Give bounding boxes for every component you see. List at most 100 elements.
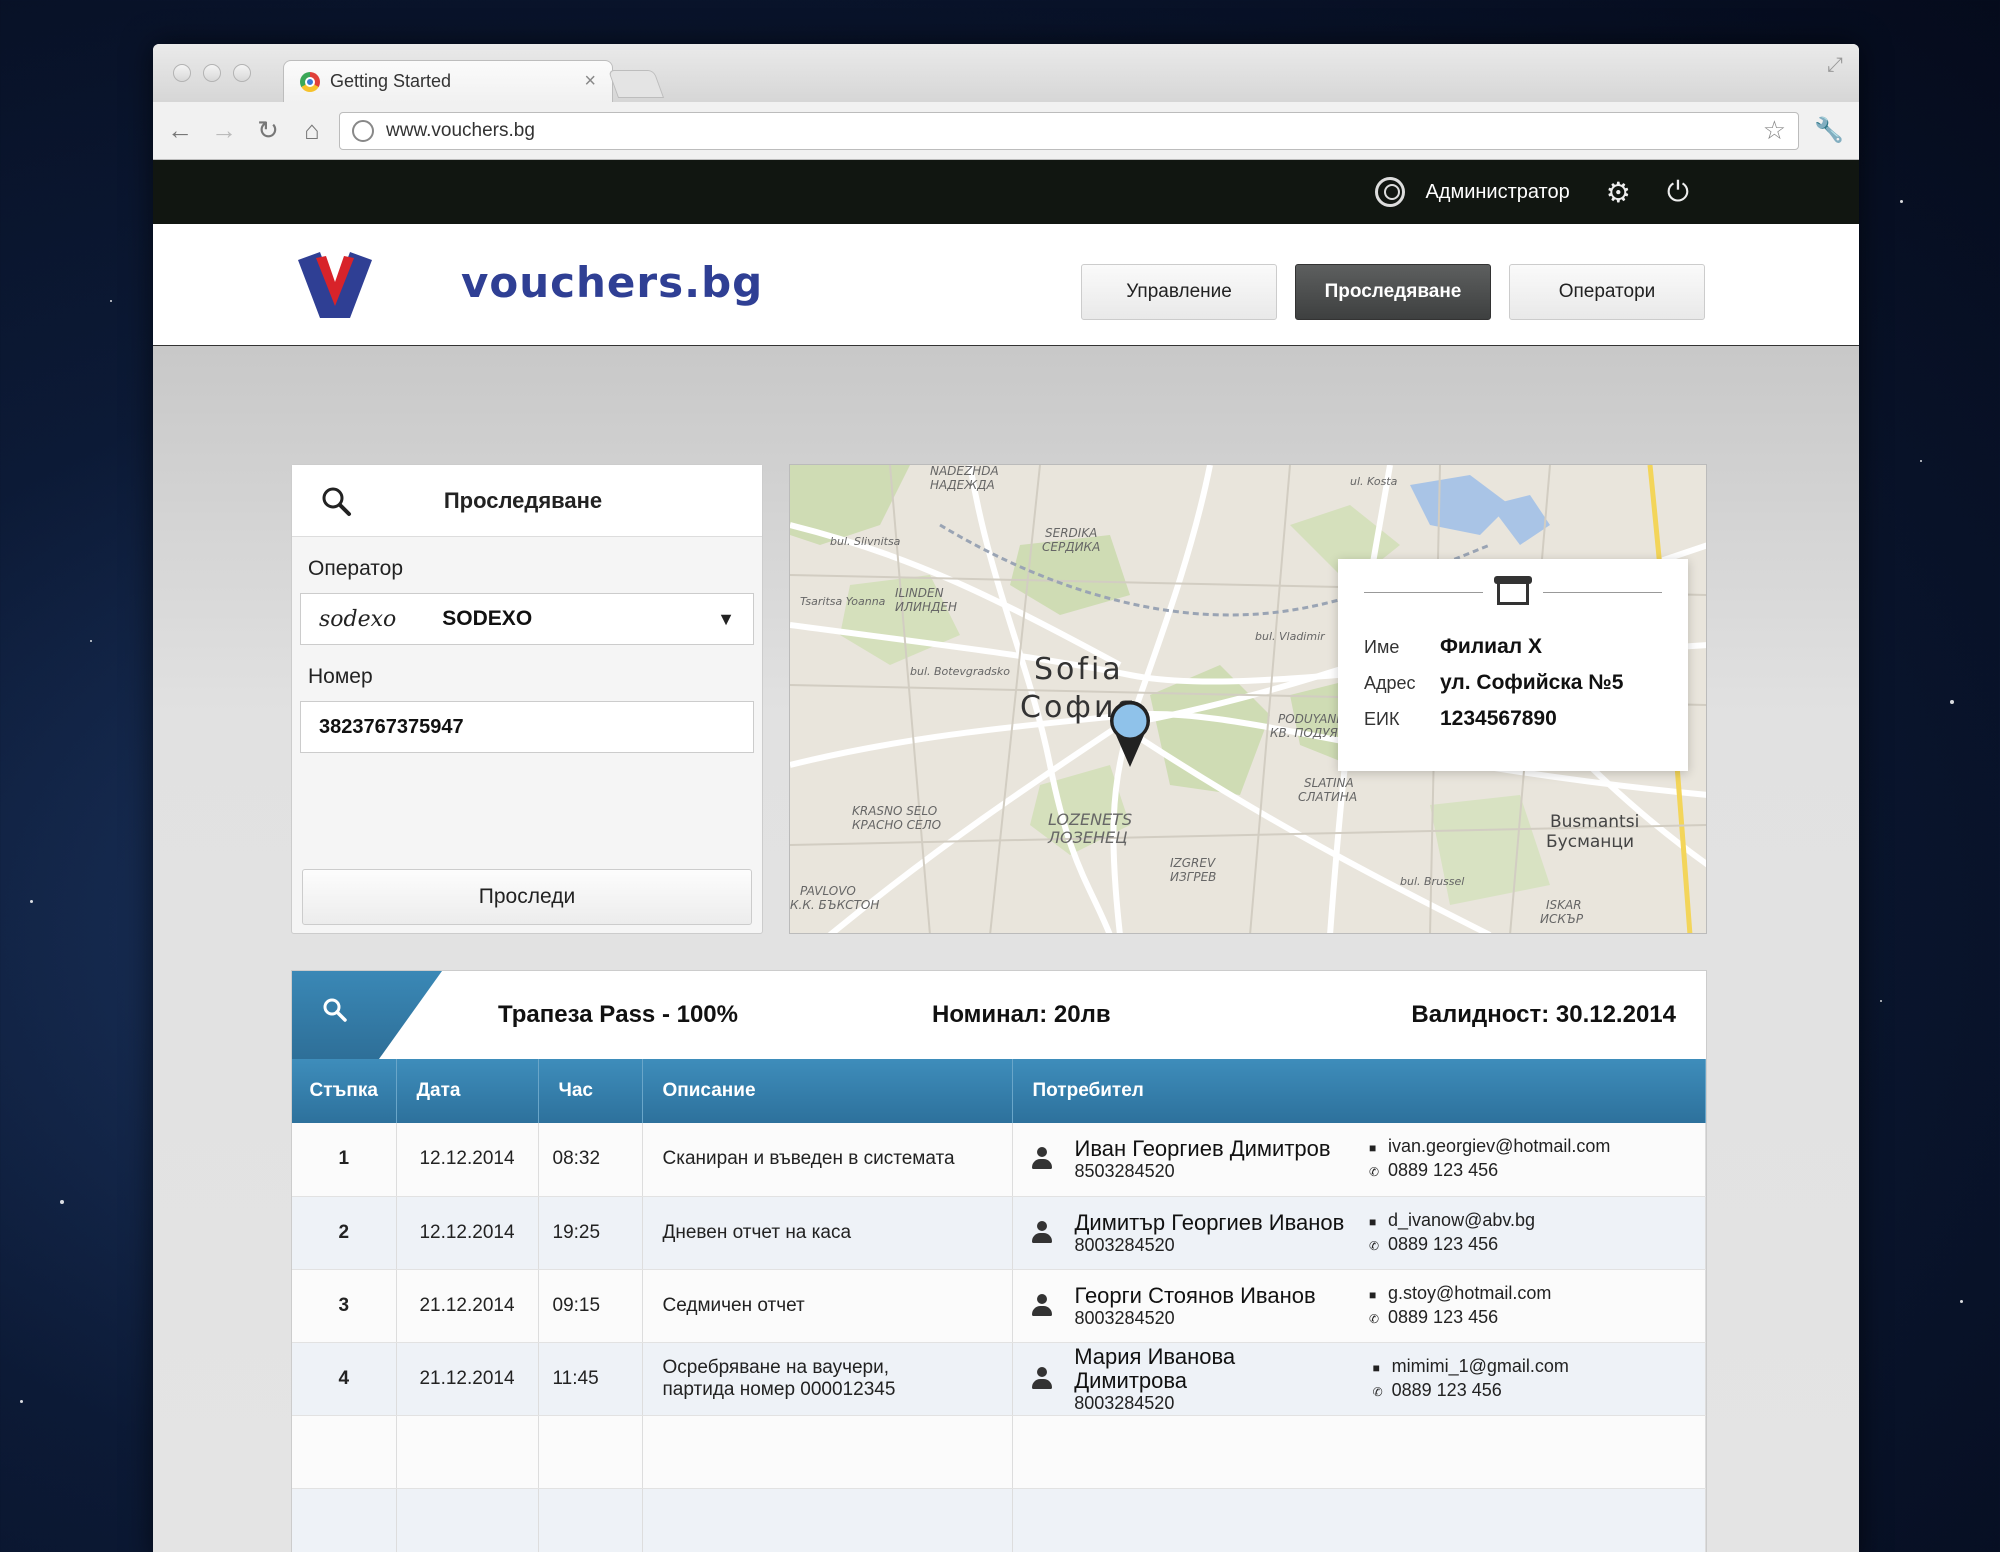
browser-tab[interactable]: Getting Started × [283,60,613,102]
url-text: www.vouchers.bg [386,119,535,141]
card-value: 1234567890 [1440,707,1557,730]
user-cell: Димитър Георгиев Иванов 8003284520 ■ d_i… [1012,1196,1706,1270]
map-label: NADEZHDA [930,465,999,478]
person-icon [1031,1147,1053,1171]
tab-title: Getting Started [330,71,452,91]
col-step[interactable]: Стъпка [292,1059,397,1123]
empty-row [292,1488,1706,1552]
tab-close-icon[interactable]: × [584,70,596,93]
power-icon[interactable]: ⏻ [1667,176,1689,209]
back-arrow-icon[interactable]: ← [163,115,197,146]
tracking-results: Трапеза Pass - 100% Номинал: 20лв Валидн… [291,970,1707,1552]
operator-select[interactable]: sodexo SODEXO ▼ [300,593,754,645]
phone-icon: ✆ [1369,1311,1380,1326]
user-email[interactable]: d_ivanow@abv.bg [1388,1210,1535,1230]
new-tab-button[interactable] [607,70,665,98]
map-label: PODUYANE [1278,712,1344,726]
map[interactable]: NADEZHDA НАДЕЖДА SERDIKA СЕРДИКА ILINDEN… [789,464,1707,934]
sodexo-logo: sodexo [319,606,397,632]
col-description[interactable]: Описание [642,1059,1013,1123]
card-key: ЕИК [1364,709,1400,729]
description-cell: Сканиран и въведен в системата [642,1123,1013,1197]
phone-icon: ✆ [1372,1384,1383,1399]
track-button[interactable]: Проследи [302,869,752,925]
divider-line [1543,591,1662,593]
user-phone: 0889 123 456 [1388,1306,1499,1327]
col-date[interactable]: Дата [396,1059,539,1123]
card-divider [1364,576,1662,605]
description-line: Дневен отчет на каса [662,1221,852,1243]
col-time[interactable]: Час [538,1059,643,1123]
user-phone: 0889 123 456 [1391,1379,1502,1400]
map-label: СЛАТИНА [1298,790,1357,804]
date-cell: 21.12.2014 [396,1269,539,1343]
user-id: 8003284520 [1074,1392,1175,1413]
map-labels-regular: Busmantsi Бусманци [1546,812,1639,852]
map-label: Tsaritsa Yoanna [800,595,886,608]
user-cell: Мария Иванова Димитрова 8003284520 ■ mim… [1012,1342,1706,1416]
shop-icon [1494,576,1532,605]
user-cell: Иван Георгиев Димитров 8503284520 ■ ivan… [1012,1123,1706,1197]
nav-operators[interactable]: Оператори [1509,264,1705,320]
map-label: НАДЕЖДА [930,478,995,492]
user-contact: ■ d_ivanow@abv.bg ✆ 0889 123 456 [1369,1209,1659,1257]
step-cell: 2 [292,1196,397,1270]
user-name: Димитър Георгиев Иванов [1074,1209,1345,1235]
map-label: ILINDEN [895,586,944,600]
user-phone: 0889 123 456 [1388,1160,1499,1181]
step-cell: 3 [292,1269,397,1343]
card-value: ул. Софийска №5 [1440,671,1624,694]
address-bar[interactable]: www.vouchers.bg ☆ [339,111,1799,150]
col-user[interactable]: Потребител [1012,1059,1706,1123]
description-cell: Седмичен отчет [642,1269,1013,1343]
map-label: IZGREV [1170,856,1216,870]
home-icon[interactable]: ⌂ [295,115,329,146]
tracking-table: Стъпка Дата Час Описание Потребител 1 12… [292,1059,1706,1552]
gear-icon[interactable]: ⚙ [1606,176,1631,209]
admin-user-menu[interactable]: Администратор [1375,177,1570,207]
reload-icon[interactable]: ↻ [251,115,285,146]
step-cell: 1 [292,1123,397,1197]
voucher-number-input[interactable] [300,701,754,753]
map-label: ul. Kosta [1350,475,1398,488]
admin-bar: Администратор ⚙ ⏻ [153,160,1859,224]
phone-icon: ✆ [1369,1165,1380,1180]
operator-label: Оператор [308,557,404,580]
results-search-tab[interactable] [292,971,442,1059]
user-email[interactable]: ivan.georgiev@hotmail.com [1388,1136,1610,1156]
description-cell: Осребряване на ваучери, партида номер 00… [642,1342,1013,1416]
minimize-window-button[interactable] [203,64,221,82]
card-key: Име [1364,637,1400,657]
table-row[interactable]: 1 12.12.2014 08:32 Сканиран и въведен в … [292,1123,1706,1197]
time-cell: 09:15 [538,1269,643,1343]
person-icon [1031,1220,1053,1245]
nav-management[interactable]: Управление [1081,264,1277,320]
browser-window: Getting Started × ⤢ ← → ↻ ⌂ www.vouchers… [153,44,1859,1552]
nav-tracking[interactable]: Проследяване [1295,264,1491,320]
map-label: К.К. БЪКСТОН [790,898,879,912]
map-label: SLATINA [1304,776,1354,790]
divider-line [1364,591,1483,593]
user-phone: 0889 123 456 [1388,1233,1499,1254]
tab-bar: Getting Started × ⤢ [153,44,1859,102]
user-email[interactable]: g.stoy@hotmail.com [1388,1283,1551,1303]
map-label: PAVLOVO [800,884,856,898]
fullscreen-icon[interactable]: ⤢ [1827,54,1843,77]
mail-icon: ■ [1369,1141,1377,1156]
table-row[interactable]: 3 21.12.2014 09:15 Седмичен отчет Георги [292,1269,1706,1343]
user-email[interactable]: mimimi_1@gmail.com [1392,1356,1569,1376]
bookmark-star-icon[interactable]: ☆ [1763,115,1786,146]
mail-icon: ■ [1369,1287,1377,1302]
vouchers-logo-icon [298,252,372,318]
table-row[interactable]: 4 21.12.2014 11:45 Осребряване на ваучер… [292,1342,1706,1416]
user-name: Мария Иванова Димитрова [1074,1343,1236,1393]
logo-text[interactable]: vouchers.bg [461,258,763,307]
user-name: Георги Стоянов Иванов [1074,1282,1316,1308]
close-window-button[interactable] [173,64,191,82]
wrench-icon[interactable]: 🔧 [1809,116,1849,145]
forward-arrow-icon[interactable]: → [207,115,241,146]
map-label: bul. Slivnitsa [830,535,901,548]
map-label: ИСКЪР [1540,912,1584,926]
table-row[interactable]: 2 12.12.2014 19:25 Дневен отчет на каса … [292,1196,1706,1270]
zoom-window-button[interactable] [233,64,251,82]
